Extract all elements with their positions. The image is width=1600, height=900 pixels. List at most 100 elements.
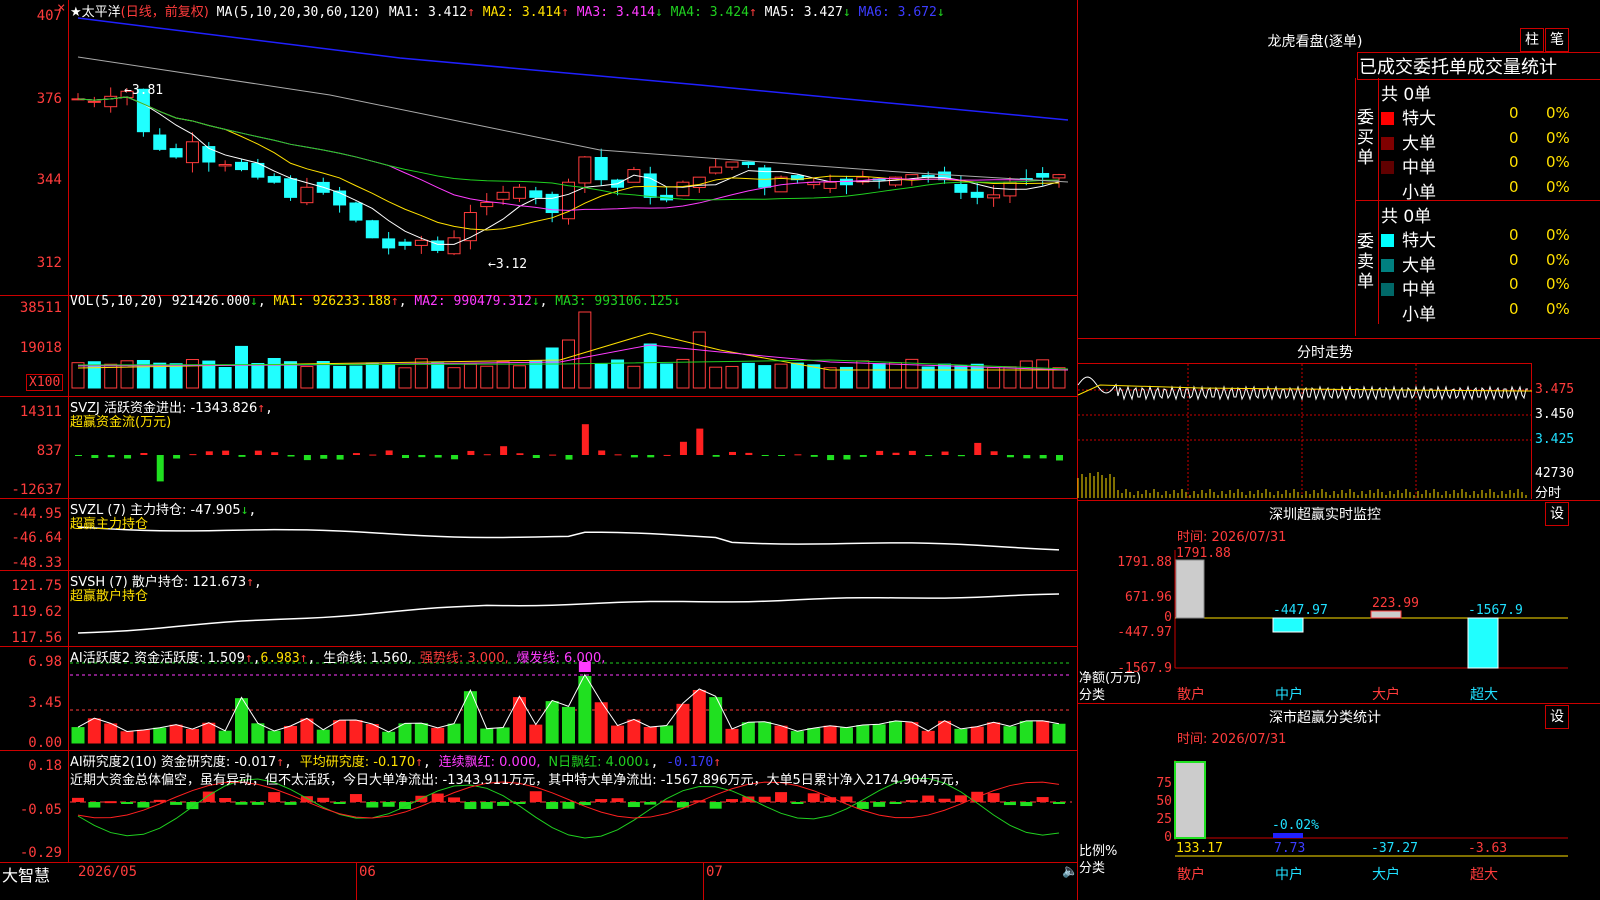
buy-row-name: 小单 [1402,182,1436,203]
price-axis-407: 407 [36,8,62,24]
volume-bar [970,363,984,389]
sz-bar-large [1370,610,1402,619]
class-cat-4: 超大 [1470,867,1498,883]
candle-body [398,241,412,246]
flow-bar [205,451,213,455]
vol-unit-button[interactable]: X100 [26,374,64,391]
class-value-2: 7.73 [1274,841,1306,856]
color-swatch [1381,258,1394,272]
brand-logo[interactable]: 大智慧 [2,862,50,886]
flow-bar [189,454,197,456]
research-bar [824,797,837,802]
ai-active-axis-mid: 3.45 [28,695,62,711]
activity-bar [447,723,461,744]
divider [1355,200,1600,201]
up-arrow-icon: ↑ [299,651,308,666]
ai-avg-research: 平均研究度: -0.170 [299,755,416,770]
svsh-line [77,593,1060,634]
activity-bar [349,720,363,744]
volume-bar [889,362,902,389]
activity-bar [954,728,968,744]
order-stats-tabs[interactable]: 已成交委托单成交量统计 [1357,52,1600,80]
class-axis-50: 50 [1156,794,1172,809]
class-settings-button[interactable]: 设 [1545,705,1569,729]
candle-body [1036,172,1050,178]
volume-bar [496,361,510,389]
candle-body [365,220,379,239]
candle-body [235,161,248,171]
lhkp-title: 龙虎看盘(逐单) [1267,34,1363,50]
flow-bar [532,455,540,459]
flow-bar [352,453,360,455]
up-arrow-icon: ↑ [257,401,266,416]
sz-settings-button[interactable]: 设 [1545,502,1569,526]
tick-mode-button[interactable]: 笔 [1545,28,1569,52]
ai-life-line: 生命线: 1.560, [323,651,413,666]
research-bar [219,797,232,802]
candle-body [741,161,755,166]
date-axis-jun: 06 [359,864,376,880]
up-arrow-icon: ↑ [415,755,423,770]
color-swatch [1381,112,1394,125]
sell-row-name: 大单 [1402,255,1436,276]
volume-bar [692,331,706,389]
flow-bar [892,452,900,455]
flow-bar [990,451,998,455]
class-small-label: -0.02% [1272,818,1319,833]
flow-bar [369,454,377,456]
flow-bar [565,455,573,460]
svzl-line [77,526,1060,551]
volume-bar [758,365,772,389]
flow-bar [729,451,736,455]
ai-comment: 近期大资金总体偏空，虽有异动，但不太活跃，今日大单净流出: -1343.911万… [70,773,967,788]
intraday-unit[interactable]: 分时 [1535,482,1561,501]
ai-research-axis-mid: -0.05 [19,802,62,818]
sell-row-pct: 0% [1546,299,1570,318]
research-bar [170,802,183,805]
activity-bar [169,724,183,744]
class-axis-0: 0 [1164,830,1172,845]
candle-body [300,186,314,204]
flow-bar [1006,455,1014,458]
research-bar [235,802,248,805]
sz-cat-3: 大户 [1372,687,1400,703]
volume-bar [938,363,952,389]
candle-body [594,156,608,181]
activity-bar [496,727,510,744]
research-bar [742,796,755,802]
sz-cat-label: 分类 [1079,688,1106,703]
candle-body [284,178,298,198]
candle-body [447,237,461,255]
candle-body [382,238,396,249]
flow-bar [418,455,426,458]
research-bar [987,793,1000,802]
flow-bar [761,455,769,456]
research-bar [889,802,902,804]
sz-time: 时间: 2026/07/31 [1177,530,1287,545]
flow-bar [549,454,557,456]
research-bar [382,802,395,807]
candle-body [529,190,543,198]
research-bar [709,802,722,809]
divider [1078,703,1600,704]
divider [1078,500,1600,501]
speaker-icon[interactable]: 🔈 [1062,864,1078,879]
activity-bar [905,722,919,744]
activity-bar [136,729,150,744]
high-price-mark: ←3.81 [124,83,164,98]
bar-mode-button[interactable]: 柱 [1520,28,1544,52]
vol-ma1: MA1: 926233.188 [273,294,391,309]
class-axis-75: 75 [1156,776,1172,791]
research-bar [497,802,510,806]
ma5-line [77,56,1069,183]
stock-name[interactable]: ★太平洋 [70,5,121,20]
volume-bar [382,364,396,389]
vol-label: VOL(5,10,20) [70,294,164,309]
divider [1378,78,1379,324]
intraday-chart[interactable] [1078,363,1532,499]
period-label[interactable]: (日线，前复权) [121,5,209,20]
activity-bar [153,727,167,744]
volume-bar [512,365,526,389]
flow-bar [451,455,459,460]
up-arrow-icon: ↑ [390,294,399,309]
